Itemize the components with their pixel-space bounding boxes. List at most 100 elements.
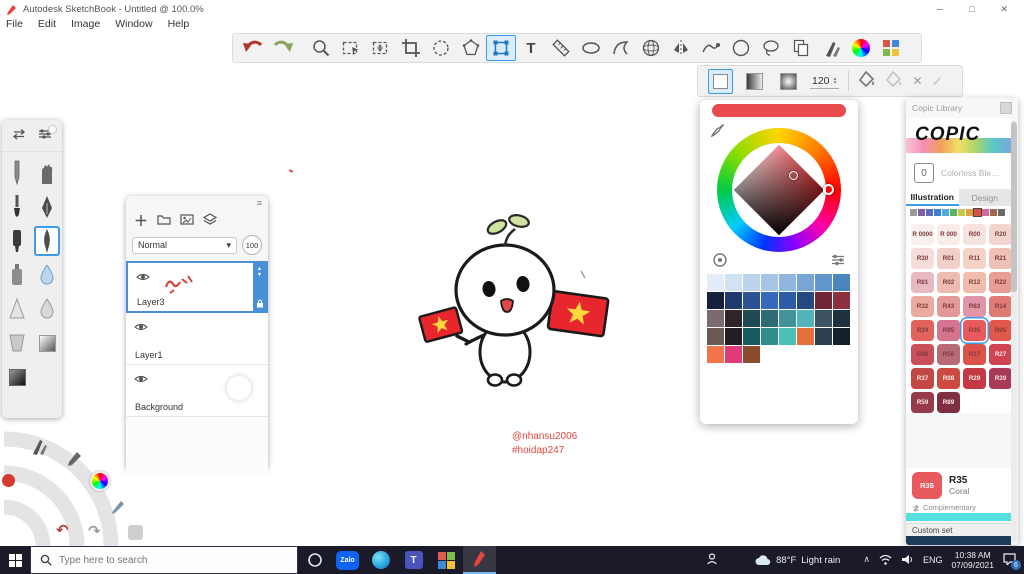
tool-brush-library[interactable]	[816, 35, 846, 61]
copic-tab-design[interactable]: Design	[958, 189, 1011, 206]
language-indicator[interactable]: ENG	[923, 555, 943, 565]
taskbar-app-edge[interactable]	[364, 546, 397, 574]
copic-swatch-r24[interactable]: R24	[911, 320, 934, 341]
complementary-row[interactable]: Complementary	[906, 502, 1011, 513]
layer-visibility-toggle[interactable]	[134, 371, 148, 389]
copic-swatch-r83[interactable]: R83	[963, 296, 986, 317]
color-swatch[interactable]	[725, 346, 742, 363]
tool-selection[interactable]	[336, 35, 366, 61]
color-swatch[interactable]	[707, 310, 724, 327]
color-wheel[interactable]	[717, 128, 841, 252]
fill-size-value[interactable]: 120	[812, 75, 830, 87]
tool-crop[interactable]	[396, 35, 426, 61]
copic-swatch-r14[interactable]: R14	[989, 296, 1012, 317]
lagoon-brushes-icon[interactable]	[28, 436, 48, 461]
family-color-swatch[interactable]	[973, 208, 982, 217]
color-swatch[interactable]	[833, 274, 850, 291]
copic-swatch-r81[interactable]: R81	[911, 272, 934, 293]
tool-predictive-stroke[interactable]	[756, 35, 786, 61]
layer-drag-strip[interactable]: ▲ ▼	[253, 263, 266, 311]
fill-size-field[interactable]: 120 ▲ ▼	[810, 74, 840, 89]
color-swatch[interactable]	[761, 310, 778, 327]
copic-swatch-r00[interactable]: R00	[963, 224, 986, 245]
action-center-icon[interactable]: 6	[1003, 553, 1021, 570]
eyedropper-icon[interactable]	[710, 123, 725, 142]
copic-swatch-r39[interactable]: R39	[989, 368, 1012, 389]
color-swatch[interactable]	[743, 292, 760, 309]
tool-redo[interactable]	[268, 35, 298, 61]
custom-set-color-bar[interactable]	[906, 536, 1011, 545]
sliders-icon[interactable]	[830, 253, 846, 272]
taskbar-app-cortana[interactable]	[298, 546, 331, 574]
taskbar-app-sketchbook[interactable]	[463, 546, 496, 574]
tool-ellipse-guide[interactable]	[576, 35, 606, 61]
color-swatch[interactable]	[743, 328, 760, 345]
color-swatch[interactable]	[743, 274, 760, 291]
color-swatch[interactable]	[743, 346, 760, 363]
copic-swatch-r29[interactable]: R29	[963, 368, 986, 389]
tool-text[interactable]: T	[516, 35, 546, 61]
panel-collapse-knob[interactable]	[48, 125, 57, 134]
color-swatch[interactable]	[833, 292, 850, 309]
copic-swatch-r20[interactable]: R20	[989, 224, 1012, 245]
brush-marker[interactable]	[4, 226, 30, 256]
tool-distort-transform[interactable]	[486, 35, 516, 61]
lagoon-color-puck[interactable]	[90, 471, 110, 491]
linear-gradient-button[interactable]	[742, 69, 767, 94]
color-swatch[interactable]	[779, 328, 796, 345]
tool-transform-selection[interactable]	[366, 35, 396, 61]
radial-gradient-button[interactable]	[776, 69, 801, 94]
tool-french-curve[interactable]	[606, 35, 636, 61]
complementary-color-bar[interactable]	[906, 513, 1011, 521]
color-swatch[interactable]	[761, 292, 778, 309]
brush-ink-pen[interactable]	[34, 192, 60, 222]
brush-pencil[interactable]	[4, 158, 30, 188]
menu-window[interactable]: Window	[115, 18, 152, 32]
menu-file[interactable]: File	[6, 18, 23, 32]
lagoon-undo-icon[interactable]: ↶	[56, 521, 69, 539]
tool-steady-stroke[interactable]	[696, 35, 726, 61]
color-swatch[interactable]	[779, 274, 796, 291]
color-swatch[interactable]	[725, 310, 742, 327]
add-layer-button[interactable]: ＋	[134, 214, 148, 228]
copic-close-button[interactable]	[1000, 102, 1012, 114]
copic-swatch-r05[interactable]: R05	[989, 320, 1012, 341]
color-swatch[interactable]	[797, 292, 814, 309]
color-swatch[interactable]	[779, 310, 796, 327]
copic-swatch-r22[interactable]: R22	[989, 272, 1012, 293]
family-color-swatch[interactable]	[934, 209, 941, 216]
color-swatch[interactable]	[725, 292, 742, 309]
brush-eraser-cone[interactable]	[4, 294, 30, 324]
hue-selector-dot[interactable]	[823, 184, 834, 195]
layer-visibility-toggle[interactable]	[134, 319, 148, 337]
copic-swatch-r89[interactable]: R89	[937, 392, 960, 413]
family-color-swatch[interactable]	[942, 209, 949, 216]
close-button[interactable]: ✕	[1000, 4, 1008, 15]
copic-scrollbar[interactable]	[1011, 120, 1017, 543]
blend-mode-dropdown[interactable]: Normal ▾	[132, 236, 237, 254]
family-color-swatch[interactable]	[998, 209, 1005, 216]
tool-undo[interactable]	[238, 35, 268, 61]
new-group-icon[interactable]	[157, 212, 171, 230]
tool-polyline-selection[interactable]	[456, 35, 486, 61]
family-color-swatch[interactable]	[990, 209, 997, 216]
layer-opacity-knob[interactable]: 100	[242, 235, 262, 255]
copic-swatch-r59[interactable]: R59	[911, 392, 934, 413]
family-color-swatch[interactable]	[958, 209, 965, 216]
copic-swatch-r30[interactable]: R30	[911, 248, 934, 269]
accept-fill-button[interactable]: ✓	[932, 73, 944, 90]
tool-shape-circle[interactable]	[726, 35, 756, 61]
menu-edit[interactable]: Edit	[38, 18, 56, 32]
lagoon-redo-icon[interactable]: ↷	[88, 522, 101, 540]
search-input[interactable]	[59, 554, 259, 566]
color-swatch[interactable]	[815, 292, 832, 309]
lagoon-pencil-icon[interactable]	[110, 499, 126, 520]
taskbar-app-zalo[interactable]: Zalo	[331, 546, 364, 574]
family-color-swatch[interactable]	[966, 209, 973, 216]
color-swatch[interactable]	[743, 310, 760, 327]
layer-row-layer3[interactable]: Layer3 ▲ ▼	[126, 261, 268, 313]
selected-copic-swatch[interactable]: R35	[912, 471, 942, 499]
copic-swatch-r32[interactable]: R32	[911, 296, 934, 317]
tool-color-editor[interactable]	[846, 35, 876, 61]
layer-visibility-toggle[interactable]	[136, 269, 150, 287]
